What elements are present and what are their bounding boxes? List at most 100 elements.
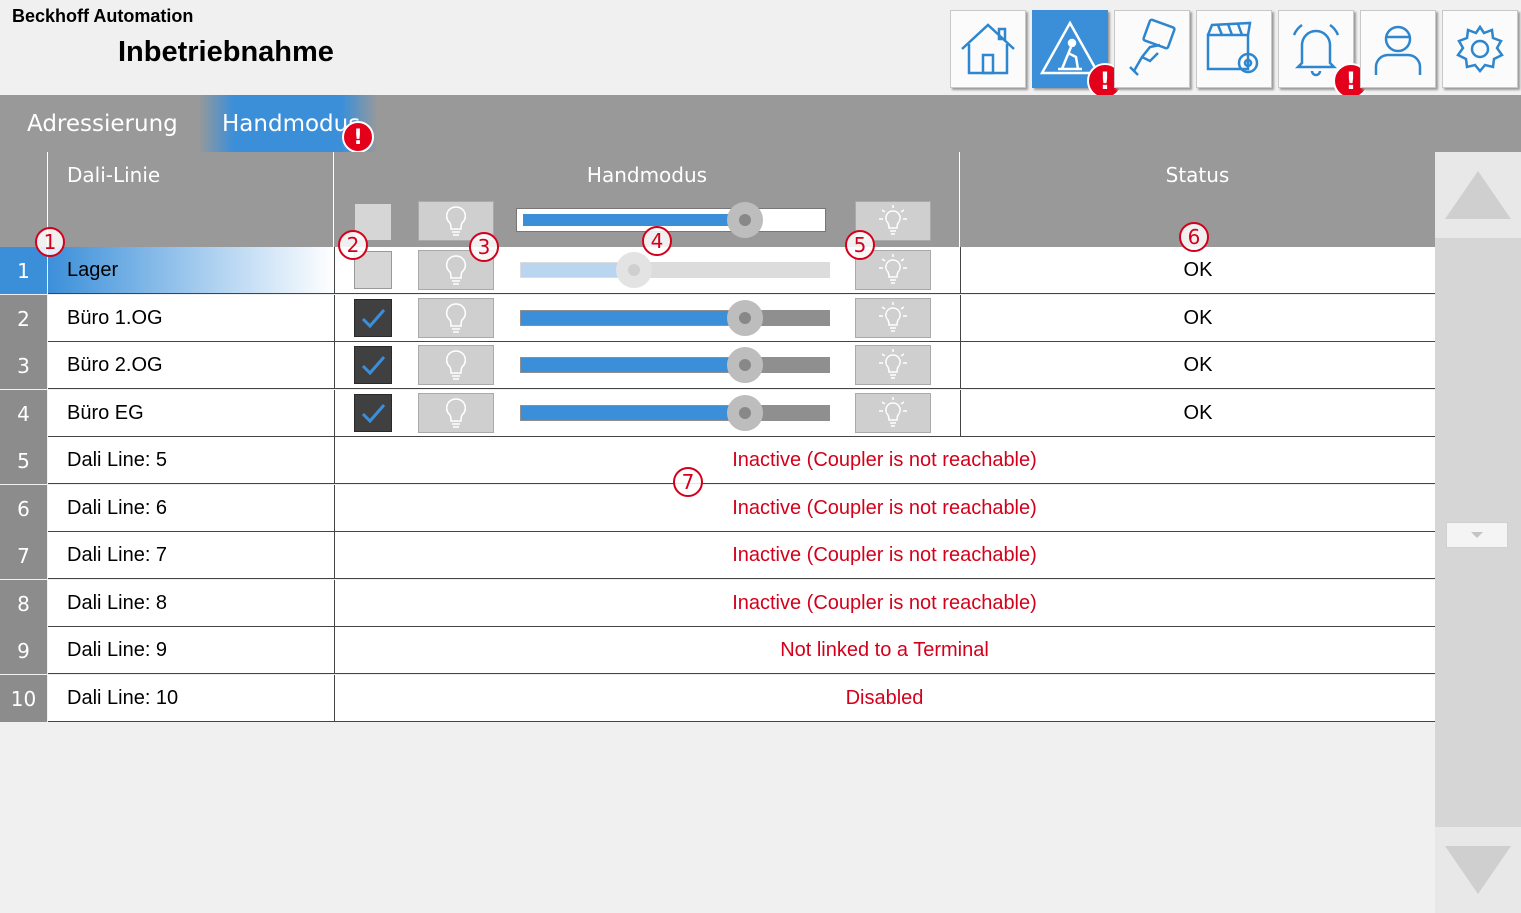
master-dim-slider[interactable] — [516, 202, 826, 238]
gear-icon — [1456, 24, 1504, 73]
tab-adressierung[interactable]: Adressierung — [27, 95, 178, 152]
bulb-on-icon — [879, 349, 907, 379]
nav-alarm-button[interactable]: ! — [1278, 10, 1369, 99]
row-status: OK — [960, 247, 1435, 294]
slider-fill — [520, 357, 743, 373]
row-name: Büro 1.OG — [48, 295, 334, 342]
table-row[interactable]: 7 Dali Line: 7 Inactive (Coupler is not re… — [0, 532, 1435, 580]
vertical-scrollbar[interactable] — [1435, 152, 1521, 913]
nav-scene-settings-button[interactable] — [1196, 10, 1272, 88]
alert-badge: ! — [342, 121, 374, 153]
slider-knob[interactable] — [616, 252, 652, 288]
row-number: 5 — [0, 437, 47, 484]
row-status-message: Not linked to a Terminal — [780, 639, 989, 661]
row-name: Dali Line: 8 — [48, 580, 334, 627]
user-icon — [1374, 25, 1422, 75]
table-row[interactable]: 9 Dali Line: 9 Not linked to a Terminal — [0, 627, 1435, 675]
row-enable-checkbox[interactable] — [354, 394, 392, 432]
table-row[interactable]: 5 Dali Line: 5 Inactive (Coupler is not re… — [0, 437, 1435, 485]
table-row[interactable]: 6 Dali Line: 6 Inactive (Coupler is not re… — [0, 485, 1435, 533]
scroll-down-button[interactable] — [1435, 827, 1521, 913]
bulb-on-icon — [879, 397, 907, 427]
bulb-on-icon — [879, 254, 907, 284]
row-name: Dali Line: 6 — [48, 485, 334, 532]
triangle-down-icon — [1445, 846, 1511, 894]
row-name: Lager — [48, 247, 334, 294]
page-title: Inbetriebnahme — [118, 36, 334, 68]
app-root: Beckhoff Automation Inbetriebnahme ! ! A… — [0, 0, 1521, 913]
triangle-up-icon — [1445, 171, 1511, 219]
callout-marker-6: 6 — [1179, 222, 1209, 252]
slider-knob[interactable] — [727, 347, 763, 383]
row-off-button[interactable] — [418, 298, 494, 338]
table-row[interactable]: 1 Lager OK — [0, 247, 1435, 295]
bulb-off-icon — [445, 255, 467, 285]
row-dim-slider[interactable] — [520, 347, 830, 383]
bulb-off-icon — [445, 206, 467, 236]
row-number: 8 — [0, 580, 47, 627]
bulb-off-icon — [445, 303, 467, 333]
bulb-off-icon — [445, 398, 467, 428]
slider-knob[interactable] — [727, 395, 763, 431]
row-number: 10 — [0, 675, 47, 722]
row-on-button[interactable] — [855, 345, 931, 385]
row-name: Büro EG — [48, 390, 334, 437]
table-row[interactable]: 10 Dali Line: 10 Disabled — [0, 675, 1435, 723]
callout-marker-2: 2 — [338, 230, 368, 260]
scroll-up-button[interactable] — [1435, 152, 1521, 238]
row-off-button[interactable] — [418, 393, 494, 433]
scene-settings-icon — [1206, 21, 1259, 74]
nav-settings-button[interactable] — [1442, 10, 1518, 88]
company-name: Beckhoff Automation — [12, 6, 194, 26]
main-nav: ! ! — [950, 10, 1518, 99]
row-enable-checkbox[interactable] — [354, 346, 392, 384]
slider-fill — [520, 310, 743, 326]
row-status: OK — [960, 390, 1435, 437]
row-number: 7 — [0, 532, 47, 579]
table-row[interactable]: 3 Büro 2.OG OK — [0, 342, 1435, 390]
slider-knob[interactable] — [727, 300, 763, 336]
slider-fill — [523, 214, 739, 226]
table-row[interactable]: 4 Büro EG OK — [0, 390, 1435, 438]
slider-knob[interactable] — [727, 202, 763, 238]
row-dim-slider[interactable] — [520, 395, 830, 431]
row-name: Dali Line: 10 — [48, 675, 334, 722]
row-name: Dali Line: 5 — [48, 437, 334, 484]
header-divider — [333, 152, 334, 247]
header-divider — [959, 152, 960, 247]
row-on-button[interactable] — [855, 298, 931, 338]
table-row[interactable]: 8 Dali Line: 8 Inactive (Coupler is not re… — [0, 580, 1435, 628]
tab-handmodus[interactable]: Handmodus ! — [198, 95, 378, 153]
row-dim-slider[interactable] — [520, 300, 830, 336]
row-name: Dali Line: 7 — [48, 532, 334, 579]
column-header-name: Dali-Linie — [67, 163, 161, 187]
column-header-status: Status — [1165, 163, 1230, 187]
row-status-message: Inactive (Coupler is not reachable) — [732, 449, 1037, 471]
dali-table: Dali-Linie Handmodus Status 1 Lager OK 2 Bür… — [0, 152, 1435, 913]
bulb-on-icon — [879, 205, 907, 235]
nav-manual-button[interactable] — [1114, 10, 1190, 88]
row-name: Dali Line: 9 — [48, 627, 334, 674]
row-number: 4 — [0, 390, 47, 437]
row-number: 6 — [0, 485, 47, 532]
row-enable-checkbox[interactable] — [354, 299, 392, 337]
nav-construction-button[interactable]: ! — [1032, 10, 1123, 99]
row-status-message: Disabled — [845, 687, 924, 709]
bulb-on-icon — [879, 302, 907, 332]
checkmark-icon — [361, 404, 386, 424]
table-header: Dali-Linie Handmodus Status — [0, 152, 1435, 247]
nav-home-button[interactable] — [950, 10, 1026, 88]
nav-user-button[interactable] — [1360, 10, 1436, 88]
row-dim-slider[interactable] — [520, 252, 830, 288]
row-number: 1 — [0, 247, 47, 294]
scroll-thumb[interactable] — [1446, 522, 1508, 548]
callout-marker-1: 1 — [35, 227, 65, 257]
row-status: OK — [960, 342, 1435, 389]
slider-fill — [520, 405, 743, 421]
row-off-button[interactable] — [418, 345, 494, 385]
row-on-button[interactable] — [855, 393, 931, 433]
table-row[interactable]: 2 Büro 1.OG OK — [0, 295, 1435, 343]
hand-touch-icon — [1129, 18, 1176, 76]
column-header-handmodus: Handmodus — [586, 163, 708, 187]
bulb-off-icon — [445, 350, 467, 380]
